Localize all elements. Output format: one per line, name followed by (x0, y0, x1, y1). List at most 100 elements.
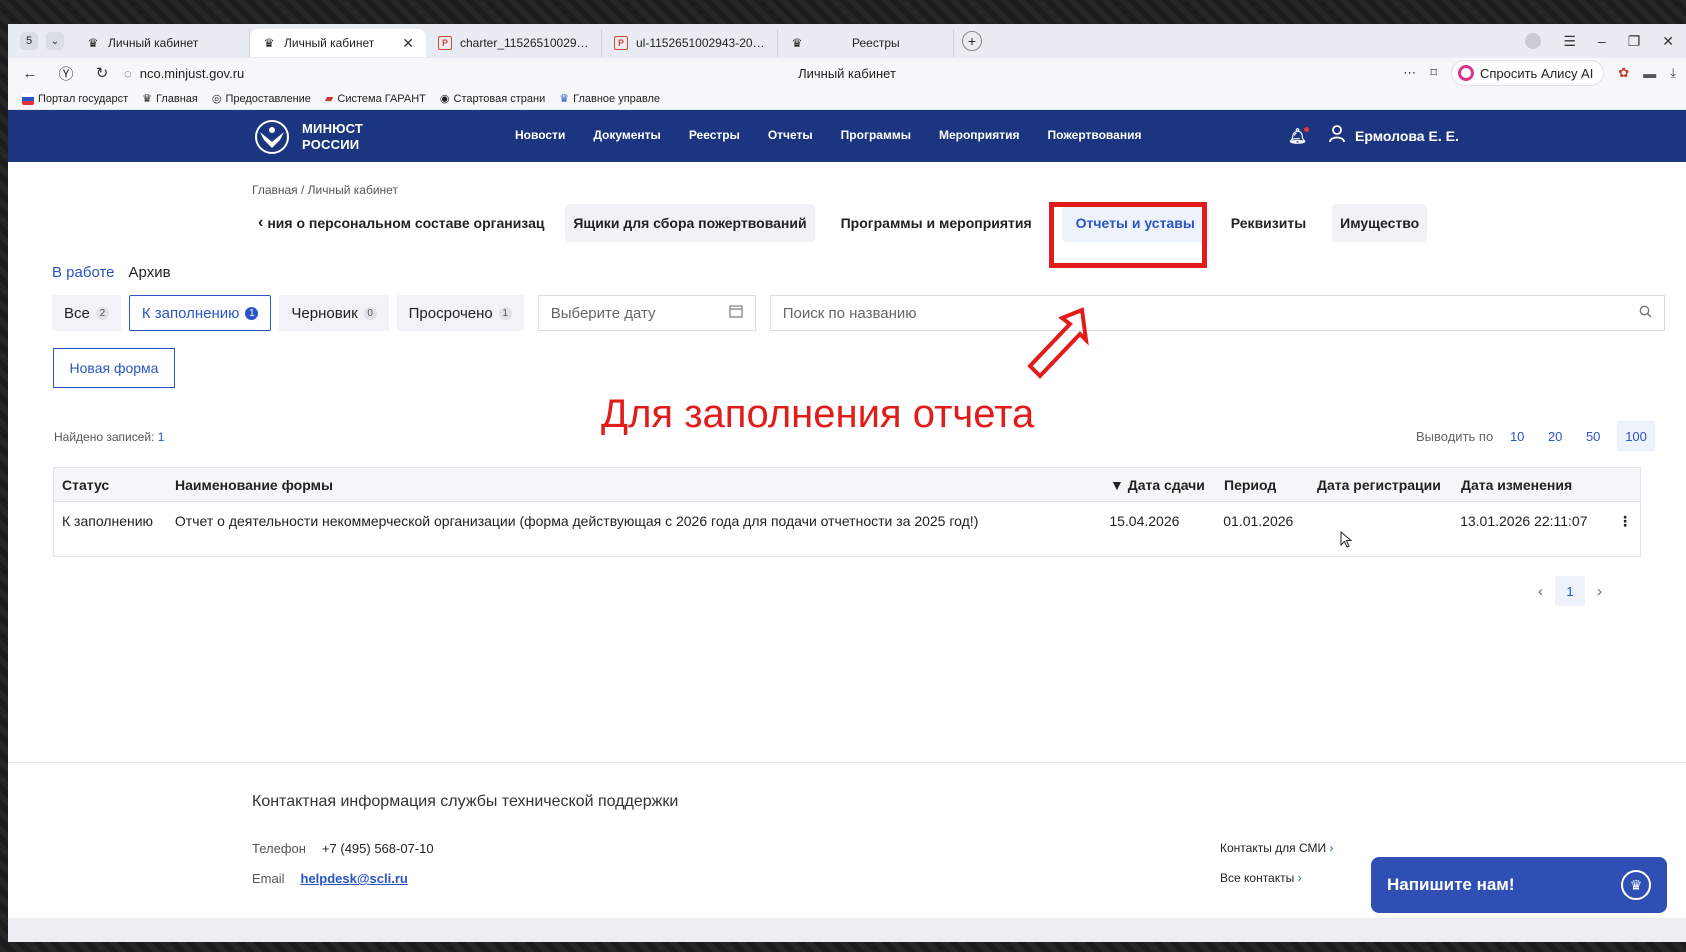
tab-property[interactable]: Имущество (1332, 204, 1428, 242)
logo[interactable]: МИНЮСТ РОССИИ (252, 118, 363, 156)
per-page-20[interactable]: 20 (1541, 421, 1569, 451)
records-found: Найдено записей: 1 (54, 430, 165, 444)
filter-overdue[interactable]: Просрочено 1 (396, 295, 524, 331)
nav-donations[interactable]: Пожертвования (1048, 128, 1142, 142)
tab-requisites[interactable]: Реквизиты (1223, 204, 1314, 242)
back-icon[interactable]: ← (16, 65, 44, 82)
browser-tab[interactable]: P charter_1152651002943.p (426, 29, 602, 57)
row-change-date: 13.01.2026 22:11:07 (1460, 513, 1588, 529)
browser-tab[interactable]: ♛ Личный кабинет (74, 29, 250, 57)
nav-reports[interactable]: Отчеты (768, 128, 813, 142)
tab-personnel[interactable]: ния о персональном составе организации (267, 204, 545, 242)
section-tabs: ‹ ния о персональном составе организации… (258, 204, 1428, 242)
col-change-date[interactable]: Дата изменения (1461, 477, 1611, 493)
yandex-icon[interactable]: Ⓨ (52, 63, 80, 84)
bookmarks-bar: Портал государст ♛ Главная ◎ Предоставлени… (8, 88, 1686, 110)
per-page-50[interactable]: 50 (1579, 421, 1607, 451)
extension-icon[interactable]: ✿ (1618, 65, 1629, 81)
table-row[interactable]: К заполнению Отчет о деятельности некомм… (54, 502, 1640, 556)
main-nav: Новости Документы Реестры Отчеты Програм… (515, 128, 1141, 142)
flag-icon (22, 92, 34, 105)
row-actions-icon[interactable]: ⋮ (1610, 513, 1640, 530)
url-field[interactable]: ◌ nco.minjust.gov.ru (124, 66, 244, 81)
tab-reports-charters[interactable]: Отчеты и уставы (1061, 204, 1209, 242)
chat-button[interactable]: Напишите нам! ♛ (1371, 857, 1667, 913)
new-tab-icon[interactable]: + (962, 31, 982, 51)
eagle-icon: ♛ (1621, 870, 1651, 900)
media-contacts-link[interactable]: Контакты для СМИ › (1220, 841, 1334, 855)
tab-programs-events[interactable]: Программы и мероприятия (833, 204, 1040, 242)
main-content: Главная / Личный кабинет ‹ ния о персона… (8, 162, 1686, 802)
per-page-100[interactable]: 100 (1617, 421, 1655, 451)
all-contacts-link[interactable]: Все контакты › (1220, 871, 1302, 885)
new-form-button[interactable]: Новая форма (53, 348, 175, 388)
bookmark-item[interactable]: ◉ Стартовая страни (440, 92, 545, 106)
tab-in-work[interactable]: В работе (52, 264, 115, 281)
tab-archive[interactable]: Архив (129, 264, 171, 281)
bell-icon[interactable]: 🔔︎ (1288, 126, 1310, 145)
phone-number[interactable]: +7 (495) 568-07-10 (322, 841, 434, 856)
nav-events[interactable]: Мероприятия (939, 128, 1020, 142)
profile-icon[interactable] (1525, 33, 1542, 49)
breadcrumb[interactable]: Главная / Личный кабинет (252, 183, 398, 197)
per-page-selector: Выводить по 10 20 50 100 (1416, 421, 1655, 451)
col-status[interactable]: Статус (54, 477, 175, 493)
more-icon[interactable]: ⋯ (1403, 65, 1416, 81)
bookmark-item[interactable]: Портал государст (22, 92, 128, 105)
tab-list-chevron-icon[interactable]: ⌄ (46, 32, 64, 50)
filter-draft[interactable]: Черновик 0 (279, 295, 389, 331)
alice-icon (1457, 65, 1474, 81)
tab-count-badge[interactable]: 5 (20, 32, 38, 50)
browser-window: 5 ⌄ ♛ Личный кабинет ♛ Личный кабинет ✕ … (8, 24, 1686, 942)
count-badge: 1 (245, 306, 259, 320)
per-page-10[interactable]: 10 (1503, 421, 1531, 451)
col-due-date[interactable]: ▼ Дата сдачи (1110, 477, 1224, 493)
count-badge: 2 (95, 306, 109, 320)
current-page[interactable]: 1 (1555, 576, 1585, 606)
email-link[interactable]: helpdesk@scli.ru (301, 871, 408, 886)
bookmark-icon[interactable]: ⌑ (1430, 65, 1437, 81)
reload-icon[interactable]: ↻ (88, 64, 116, 82)
eagle-icon: ♛ (87, 36, 99, 50)
pdf-icon: P (438, 36, 452, 50)
bookmark-item[interactable]: ♛ Главное управле (559, 92, 660, 106)
browser-tab-active[interactable]: ♛ Личный кабинет ✕ (250, 29, 426, 57)
search-input[interactable]: Поиск по названию (769, 295, 1665, 331)
prev-page-icon[interactable]: ‹ (1538, 583, 1543, 600)
nav-news[interactable]: Новости (515, 128, 565, 142)
browser-tab[interactable]: P ul-1152651002943-20260 (602, 29, 778, 57)
bookmark-item[interactable]: ♛ Главная (142, 92, 198, 106)
bookmark-item[interactable]: ▰ Система ГАРАНТ (325, 92, 426, 106)
browser-tab[interactable]: ♛ Реестры (778, 29, 954, 57)
row-form-name[interactable]: Отчет о деятельности некоммерческой орга… (175, 513, 1109, 529)
ask-alice-button[interactable]: Спросить Алису AI (1450, 60, 1605, 86)
download-icon[interactable]: ⤓ (1670, 65, 1676, 81)
col-registration-date[interactable]: Дата регистрации (1317, 477, 1461, 493)
footer: Контактная информация службы технической… (8, 762, 1686, 918)
close-tab-icon[interactable]: ✕ (402, 35, 414, 52)
nav-programs[interactable]: Программы (841, 128, 911, 142)
tab-donation-boxes[interactable]: Ящики для сбора пожертвований (565, 204, 815, 242)
filter-all[interactable]: Все 2 (52, 295, 121, 331)
restore-icon[interactable]: ❐ (1628, 33, 1641, 50)
user-menu[interactable]: Ермолова Е. Е. (1329, 125, 1459, 146)
next-page-icon[interactable]: › (1597, 583, 1602, 600)
nav-registries[interactable]: Реестры (689, 128, 740, 142)
nav-documents[interactable]: Документы (593, 128, 660, 142)
col-form-name[interactable]: Наименование формы (175, 477, 1110, 493)
date-picker-input[interactable]: Выберите дату (537, 295, 756, 331)
filter-to-fill[interactable]: К заполнению 1 (128, 295, 272, 331)
close-window-icon[interactable]: ✕ (1662, 33, 1674, 50)
row-period: 01.01.2026 (1223, 513, 1294, 529)
mouse-cursor-icon (1340, 531, 1353, 548)
pagination: ‹ 1 › (1538, 576, 1602, 606)
bookmark-item[interactable]: ◎ Предоставление (212, 92, 311, 106)
chevron-left-icon[interactable]: ‹ (258, 214, 263, 232)
col-period[interactable]: Период (1224, 477, 1317, 493)
minimize-icon[interactable]: – (1598, 33, 1606, 49)
menu-icon[interactable]: ☰ (1563, 33, 1576, 50)
table-header: Статус Наименование формы ▼ Дата сдачи П… (54, 468, 1640, 502)
extension-icon[interactable]: ▬ (1643, 66, 1656, 81)
annotation-arrow-icon (1027, 307, 1089, 379)
search-icon[interactable] (1639, 305, 1652, 322)
